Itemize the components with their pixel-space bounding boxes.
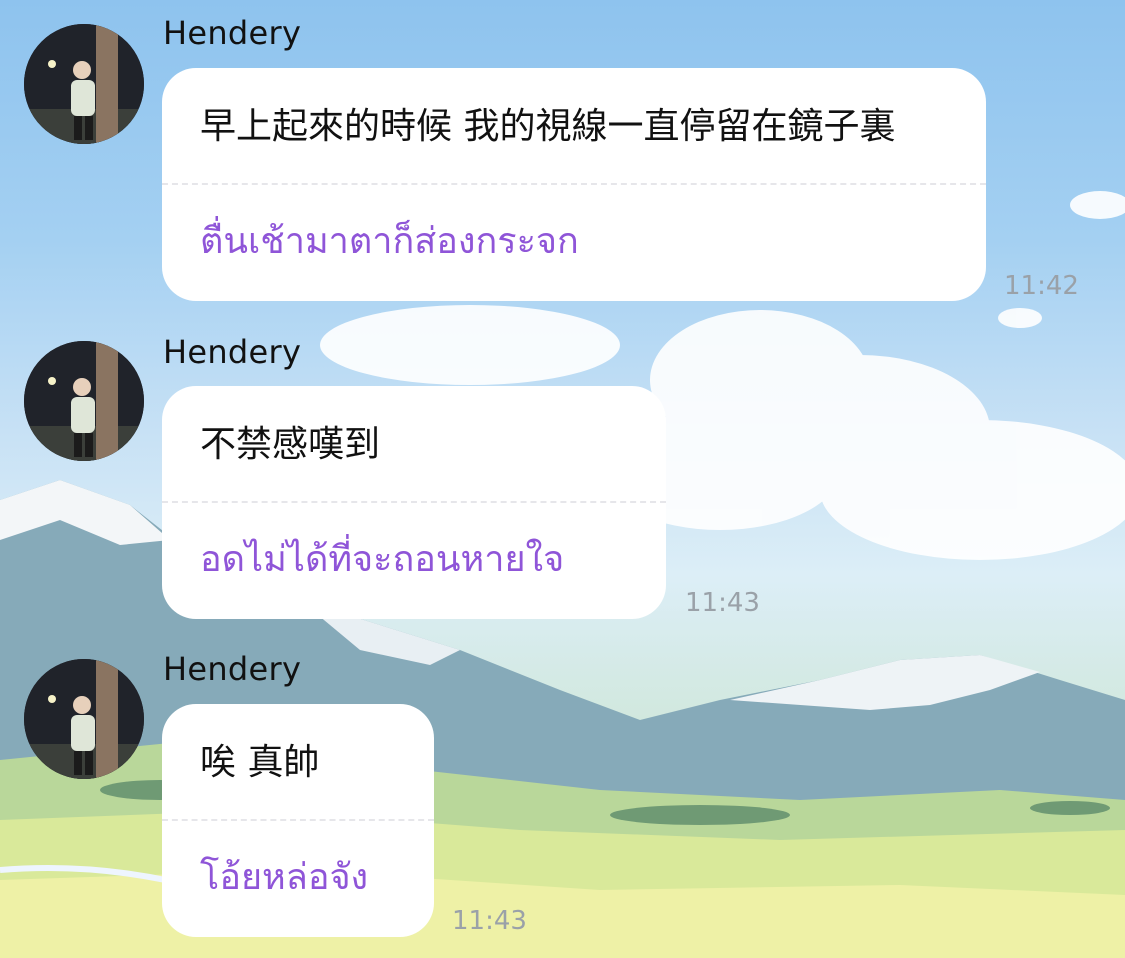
message-timestamp: 11:42: [1004, 271, 1079, 301]
sender-name: Hendery: [163, 14, 302, 52]
chat-message-list[interactable]: Hendery 早上起來的時候 我的視線一直停留在鏡子裏 ตื่นเช้ามาต…: [0, 0, 1125, 958]
original-text: 早上起來的時候 我的視線一直停留在鏡子裏: [200, 106, 896, 147]
sender-avatar[interactable]: [24, 24, 144, 144]
original-text: 不禁感嘆到: [200, 424, 381, 465]
message-bubble[interactable]: 不禁感嘆到 อดไม่ได้ที่จะถอนหายใจ: [162, 386, 666, 619]
translation-divider: [162, 501, 666, 503]
message-timestamp: 11:43: [452, 906, 527, 936]
sender-avatar[interactable]: [24, 341, 144, 461]
translation-text: ตื่นเช้ามาตาก็ส่องกระจก: [200, 221, 579, 262]
sender-avatar[interactable]: [24, 659, 144, 779]
message-bubble[interactable]: 早上起來的時候 我的視線一直停留在鏡子裏 ตื่นเช้ามาตาก็ส่องก…: [162, 68, 986, 301]
avatar-photo-icon: [24, 341, 144, 461]
avatar-photo-icon: [24, 24, 144, 144]
message-timestamp: 11:43: [685, 588, 760, 618]
translation-divider: [162, 819, 434, 821]
avatar-photo-icon: [24, 659, 144, 779]
sender-name: Hendery: [163, 650, 302, 688]
original-text: 唉 真帥: [200, 742, 320, 783]
sender-name: Hendery: [163, 333, 302, 371]
translation-divider: [162, 183, 986, 185]
message-bubble[interactable]: 唉 真帥 โอ้ยหล่อจัง: [162, 704, 434, 937]
translation-text: โอ้ยหล่อจัง: [200, 857, 369, 898]
translation-text: อดไม่ได้ที่จะถอนหายใจ: [200, 539, 565, 580]
